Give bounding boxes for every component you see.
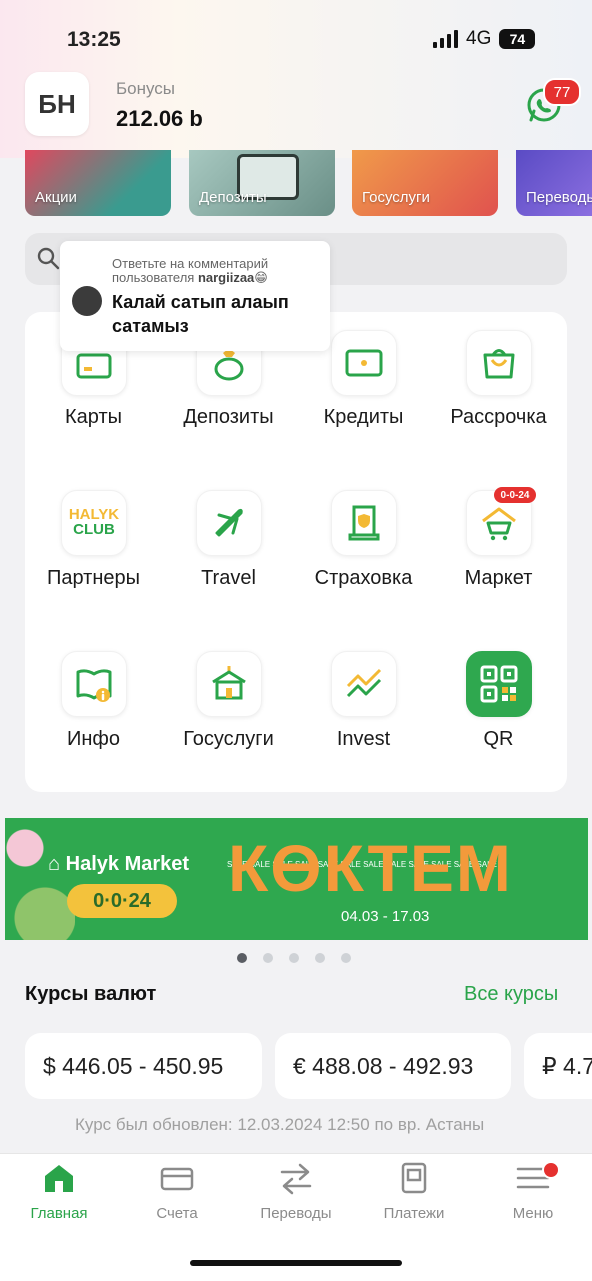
tab-menu[interactable]: Меню [478,1160,588,1222]
market-promo-badge: 0-0-24 [494,487,536,503]
tab-accounts[interactable]: Счета [122,1160,232,1222]
service-label: Invest [336,728,391,750]
tab-home[interactable]: Главная [4,1160,114,1222]
payments-icon [401,1162,427,1194]
promo-tile-label: Акции [35,189,77,206]
cash-icon [345,349,383,377]
status-time: 13:25 [67,28,121,51]
promo-tile-gov[interactable]: Госуслуги [352,150,498,216]
service-invest-button[interactable] [331,651,397,717]
banner-pill: 0·0·24 [67,884,177,918]
service-label: Рассрочка [450,406,547,428]
service-info-button[interactable] [61,651,127,717]
tab-label: Счета [156,1205,198,1222]
promo-tile-label: Переводы [526,189,592,206]
tab-label: Платежи [383,1205,445,1222]
service-label: Карты [65,406,122,428]
rate-card-eur[interactable]: € 488.08 - 492.93 [275,1033,511,1099]
home-icon [45,1165,73,1192]
network-type: 4G [466,28,492,49]
service-partners-button[interactable]: HALYK CLUB [61,490,127,556]
service-label: Депозиты [183,406,274,428]
carousel-dot[interactable] [341,953,351,963]
signal-icon [433,30,458,48]
bonus-value[interactable]: 212.06 b [116,106,203,132]
tab-label: Меню [512,1205,554,1222]
banner-title: КӨКТЕМ [228,831,513,905]
commenter-avatar [72,286,102,316]
notification-badge: 77 [543,78,581,106]
insurance-icon [348,505,380,541]
promo-tile-label: Депозиты [199,189,267,206]
carousel-dots[interactable] [237,953,351,963]
tab-payments[interactable]: Платежи [359,1160,469,1222]
service-travel-button[interactable] [196,490,262,556]
invest-chart-icon [346,668,382,698]
service-label: Партнеры [46,567,140,589]
qr-icon [480,665,518,703]
carousel-dot[interactable] [315,953,325,963]
transfer-icon [280,1163,312,1195]
carousel-dot[interactable] [263,953,273,963]
flowers-decoration [5,818,75,940]
rates-updated-note: Курс был обновлен: 12.03.2024 12:50 по в… [75,1115,485,1134]
cards-icon [160,1167,194,1191]
comment-text: Калай сатып алаып сатамыз [112,292,289,336]
comment-reply-caption: Ответьте на комментарий [112,256,269,271]
service-credits-button[interactable] [331,330,397,396]
tab-label: Главная [30,1205,88,1222]
tab-label: Переводы [260,1205,332,1222]
gov-building-icon [212,666,246,700]
bonus-label: Бонусы [116,79,176,98]
search-icon [37,247,60,270]
service-label: Маркет [464,567,533,589]
promo-tile-transfers[interactable]: Переводы [516,150,592,216]
service-insurance-button[interactable] [331,490,397,556]
service-label: Страховка [314,567,413,589]
promo-tile-sales[interactable]: Акции [25,150,171,216]
header [0,0,592,158]
service-installments-button[interactable] [466,330,532,396]
info-book-icon [76,669,112,702]
carousel-dot[interactable] [289,953,299,963]
rates-title: Курсы валют [25,983,157,1005]
avatar[interactable]: БН [25,72,89,136]
all-rates-link[interactable]: Все курсы [464,983,558,1006]
menu-notification-dot [542,1161,560,1179]
airplane-icon [215,508,243,537]
shopping-bag-icon [483,349,515,379]
home-indicator[interactable] [190,1260,402,1266]
promo-tile-deposits[interactable]: Депозиты [189,150,335,216]
service-label: Кредиты [323,406,404,428]
promo-tile-label: Госуслуги [362,189,430,206]
market-cart-icon [482,507,516,541]
service-label: QR [483,728,514,750]
service-label: Госуслуги [183,728,274,750]
battery-icon: 74 [499,29,536,49]
comment-reply-user: пользователя nargiizaa😁 [112,270,268,285]
halyk-club-icon: HALYK CLUB [68,506,120,538]
service-gov-button[interactable] [196,651,262,717]
carousel-dot[interactable] [237,953,247,963]
service-label: Инфо [67,728,120,750]
halyk-market-logo: ⌂ Halyk Market [48,853,190,875]
rate-card-rub[interactable]: ₽ 4.7 [524,1033,592,1099]
tab-transfers[interactable]: Переводы [241,1160,351,1222]
banner-dates: 04.03 - 17.03 [341,908,430,925]
service-label: Travel [201,567,256,589]
service-qr-button[interactable] [466,651,532,717]
rate-card-usd[interactable]: $ 446.05 - 450.95 [25,1033,262,1099]
status-indicators: 4G 74 [433,28,536,50]
